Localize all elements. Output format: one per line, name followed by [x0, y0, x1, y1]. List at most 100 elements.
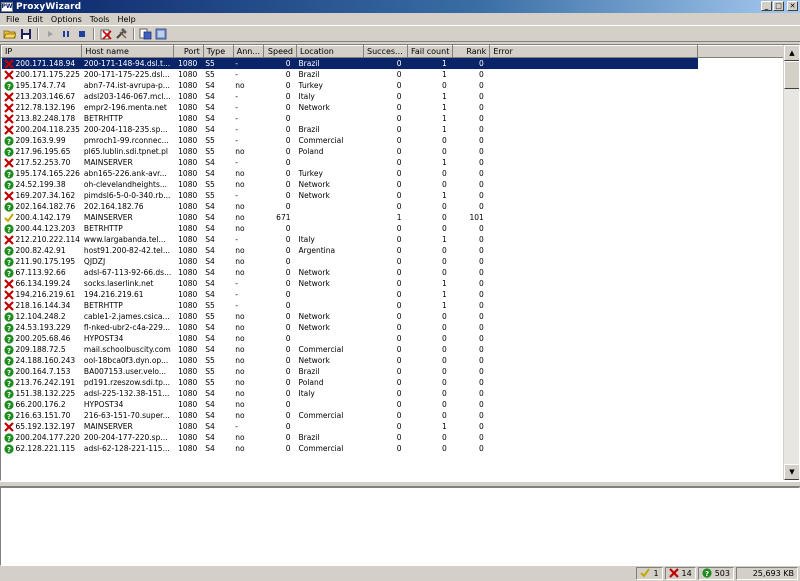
tools-icon[interactable]: [114, 27, 129, 41]
port-cell: 1080: [178, 334, 198, 343]
filler-cell: [698, 113, 797, 124]
column-header-speed[interactable]: Speed: [263, 45, 297, 58]
location-cell: Poland: [298, 378, 324, 387]
table-row[interactable]: ? 211.90.175.195 QJDZJ 1080 S4 no 0 0 0 0: [2, 256, 797, 267]
save-icon[interactable]: [18, 27, 33, 41]
play-icon[interactable]: [42, 27, 57, 41]
speed-cell: 0: [285, 378, 291, 387]
column-header-rank[interactable]: Rank: [452, 45, 491, 58]
menu-file[interactable]: File: [2, 15, 23, 24]
fail-count-cell: 1: [442, 114, 447, 123]
column-header-fail-count[interactable]: Fail count: [406, 45, 454, 58]
table-row[interactable]: ? 24.52.199.38 oh-clevelandheights... 1080 S…: [2, 179, 797, 190]
table-row[interactable]: ? 200.44.123.203 BETRHTTP 1080 S4 no 0 0 0 0: [2, 223, 797, 234]
question-icon: ?: [3, 333, 14, 344]
rank-cell: 0: [479, 268, 484, 277]
header-row: IP Host name Port Type Ann... Speed Loca…: [1, 45, 798, 58]
maximize-button[interactable]: □: [773, 1, 784, 11]
table-row[interactable]: ? 24.53.193.229 fl-nked-ubr2-c4a-229... 108…: [2, 322, 797, 333]
table-row[interactable]: 169.207.34.162 pimdsl6-5-0-0-340.rb... 108…: [2, 190, 797, 201]
table-row[interactable]: ? 200.82.42.91 host91.200-82-42.tel... 1080…: [2, 245, 797, 256]
table-row[interactable]: 200.171.175.225 200-171-175-225.dsl... 108…: [2, 69, 797, 80]
success-cell: 0: [396, 279, 402, 288]
error-cell: [490, 201, 698, 212]
table-row[interactable]: 65.192.132.197 MAINSERVER 1080 S4 - 0 0 1 0: [2, 421, 797, 432]
svg-text:?: ?: [6, 226, 10, 234]
speed-cell: 0: [285, 422, 291, 431]
table-row[interactable]: 212.78.132.196 empr2-196.menta.net 1080 S4 -…: [2, 102, 797, 113]
table-row[interactable]: 200.171.148.94 200-171-148-94.dsl.t... 108…: [1, 57, 797, 69]
table-row[interactable]: ? 200.205.68.46 HYPOST34 1080 S4 no 0 0 0 0: [2, 333, 797, 344]
fail-count-cell: 1: [442, 191, 447, 200]
svg-text:?: ?: [6, 314, 10, 322]
table-row[interactable]: ? 195.174.165.226 abn165-226.ank-avr... 108…: [2, 168, 797, 179]
table-row[interactable]: ? 66.200.176.2 HYPOST34 1080 S4 no 0 0 0 0: [2, 399, 797, 410]
menu-tools[interactable]: Tools: [86, 15, 114, 24]
success-cell: 0: [396, 191, 402, 200]
question-icon: ?: [702, 567, 712, 580]
port-cell: 1080: [178, 246, 198, 255]
filler-cell: [698, 322, 797, 333]
column-header-host[interactable]: Host name: [81, 45, 174, 58]
column-header-ip[interactable]: IP: [1, 45, 83, 58]
table-row[interactable]: ? 12.104.248.2 cable1-2.james.csica... 1080…: [2, 311, 797, 322]
column-header-error[interactable]: Error: [489, 45, 699, 58]
table-row[interactable]: 194.216.219.61 194.216.219.61 1080 S4 - 0 0 1 0: [2, 289, 797, 300]
table-row[interactable]: ? 209.188.72.5 mail.schoolbuscity.com 1080 S…: [2, 344, 797, 355]
export-icon[interactable]: [138, 27, 153, 41]
table-row[interactable]: 66.134.199.24 socks.laserlink.net 1080 S4 - 0…: [2, 278, 797, 289]
vertical-scrollbar[interactable]: ▲ ▼: [783, 45, 799, 480]
column-header-port[interactable]: Port: [172, 45, 204, 58]
column-header-anonymity[interactable]: Ann...: [232, 45, 265, 58]
table-row[interactable]: ? 213.76.242.191 pd191.rzeszow.sdi.tp... 10…: [2, 377, 797, 388]
ip-cell: ? 66.200.176.2: [2, 399, 82, 410]
scroll-thumb[interactable]: [784, 61, 799, 89]
table-row[interactable]: 217.52.253.70 MAINSERVER 1080 S4 - 0 0 1 0: [2, 157, 797, 168]
open-folder-icon[interactable]: [2, 27, 17, 41]
table-row[interactable]: 212.210.222.114 www.largabanda.tel... 1080…: [2, 234, 797, 245]
proxy-grid[interactable]: IP Host name Port Type Ann... Speed Loca…: [0, 44, 800, 481]
rank-cell: 0: [479, 158, 484, 167]
table-row[interactable]: 213.82.248.178 BETRHTTP 1080 S4 - 0 0 1 0: [2, 113, 797, 124]
menu-options[interactable]: Options: [47, 15, 86, 24]
table-row[interactable]: ? 200.164.7.153 BA007153.user.velo... 1080 S…: [2, 366, 797, 377]
fail-count-cell: 1: [442, 290, 447, 299]
stop-icon[interactable]: [74, 27, 89, 41]
close-button[interactable]: ✕: [787, 1, 798, 11]
delete-icon[interactable]: [98, 27, 113, 41]
type-cell: S5: [205, 180, 215, 189]
ip-value: 200.164.7.153: [15, 367, 71, 376]
table-row[interactable]: ? 216.63.151.70 216-63-151-70.super... 1080…: [2, 410, 797, 421]
rank-cell: 0: [479, 345, 484, 354]
ip-cell: ? 211.90.175.195: [2, 256, 82, 267]
table-row[interactable]: 200.4.142.179 MAINSERVER 1080 S4 no 671 1 0 101: [2, 212, 797, 223]
table-row[interactable]: 200.204.118.235 200-204-118-235.sp... 1080…: [2, 124, 797, 135]
column-header-type[interactable]: Type: [202, 45, 234, 58]
minimize-button[interactable]: _: [761, 1, 772, 11]
speed-cell: 0: [285, 70, 291, 79]
port-cell: 1080: [178, 158, 198, 167]
settings-icon[interactable]: [154, 27, 169, 41]
table-row[interactable]: 218.16.144.34 BETRHTTP 1080 S5 - 0 0 1 0: [2, 300, 797, 311]
table-row[interactable]: ? 67.113.92.66 adsl-67-113-92-66.ds... 1080…: [2, 267, 797, 278]
table-row[interactable]: ? 151.38.132.225 adsl-225-132.38-151... 108…: [2, 388, 797, 399]
pause-icon[interactable]: [58, 27, 73, 41]
menu-help[interactable]: Help: [113, 15, 139, 24]
scroll-up-button[interactable]: ▲: [784, 45, 799, 61]
table-row[interactable]: 213.203.146.67 adsl203-146-067.mcl... 1080…: [2, 91, 797, 102]
table-row[interactable]: ? 195.174.7.74 abn7-74.ist-avrupa-p... 1080…: [2, 80, 797, 91]
anonymity-cell: -: [235, 70, 238, 79]
table-row[interactable]: ? 202.164.182.76 202.164.182.76 1080 S4 no 0 0 0…: [2, 201, 797, 212]
menu-edit[interactable]: Edit: [23, 15, 47, 24]
column-header-success[interactable]: Succes...: [363, 45, 408, 58]
scroll-down-button[interactable]: ▼: [784, 464, 799, 480]
table-row[interactable]: ? 209.163.9.99 pmroch1-99.rconnec... 1080 S5…: [2, 135, 797, 146]
log-pane[interactable]: [0, 487, 800, 566]
ip-value: 195.174.7.74: [15, 81, 66, 90]
table-row[interactable]: ? 217.96.195.65 pl65.lublin.sdi.tpnet.pl 10…: [2, 146, 797, 157]
table-row[interactable]: ? 62.128.221.115 adsl-62-128-221-115... 108…: [2, 443, 797, 454]
column-header-location[interactable]: Location: [296, 45, 364, 58]
port-cell: 1080: [178, 268, 198, 277]
table-row[interactable]: ? 200.204.177.220 200-204-177-220.sp... 108…: [2, 432, 797, 443]
table-row[interactable]: ? 24.188.160.243 ool-18bca0f3.dyn.op... 108…: [2, 355, 797, 366]
